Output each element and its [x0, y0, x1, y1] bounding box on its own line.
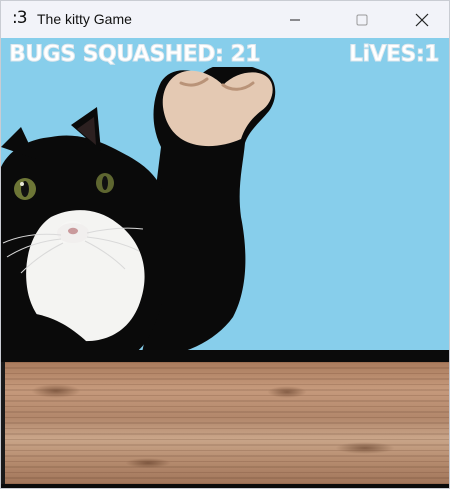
wooden-counter[interactable] [5, 362, 449, 486]
close-button[interactable] [399, 1, 445, 38]
maximize-button[interactable] [339, 1, 385, 38]
counter-edge [1, 350, 449, 362]
game-canvas[interactable]: BUGS SQUASHED: 21 LiVES:1 [1, 38, 449, 488]
minimize-button[interactable] [272, 1, 318, 38]
minimize-icon [290, 19, 300, 20]
window-title: The kitty Game [37, 11, 132, 27]
tuxedo-cat-icon [1, 67, 276, 357]
lives-counter: LiVES:1 [348, 42, 440, 68]
maximize-icon [356, 14, 368, 25]
game-window: :3 The kitty Game BUGS SQUASHED: 21 LiVE… [0, 0, 450, 489]
score-counter: BUGS SQUASHED: 21 [8, 42, 261, 68]
title-bar[interactable]: :3 The kitty Game [1, 1, 449, 38]
close-icon [415, 13, 429, 26]
counter-bottom-edge [1, 484, 449, 488]
app-icon: :3 [12, 8, 28, 28]
